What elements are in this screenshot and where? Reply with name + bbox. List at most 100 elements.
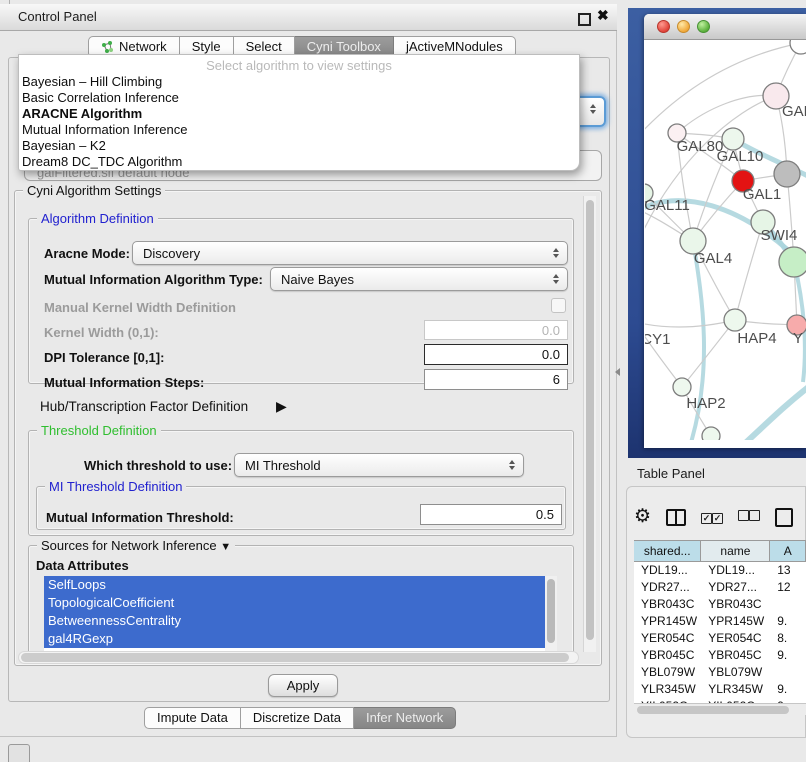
table-row[interactable]: YBR043CYBR043C [634,596,806,613]
node-table[interactable]: shared...nameA YDL19...YDL19...13YDR27..… [634,540,806,704]
table-row[interactable]: YBL079WYBL079W [634,664,806,681]
table-cell: YBL079W [634,664,701,681]
network-edge[interactable] [645,320,735,327]
table-cell: YBR043C [701,596,770,613]
dpi-tolerance-value: 0.0 [542,347,560,362]
data-attributes-label: Data Attributes [36,558,129,573]
tab-infer-network[interactable]: Infer Network [354,707,456,729]
aracne-mode-combobox[interactable]: Discovery [132,241,568,265]
algorithm-option[interactable]: Mutual Information Inference [19,122,579,138]
column-header[interactable]: shared... [634,541,701,561]
node-table-header[interactable]: shared...nameA [634,541,806,562]
apply-button[interactable]: Apply [268,674,338,697]
table-cell [770,664,806,681]
network-node-gal10[interactable] [722,128,744,150]
node-label: Y [793,330,803,347]
network-graph[interactable]: GAL7GAL80GAL10GAL1GAL11GAL4SWI4GCY1HAP4Y… [645,40,806,440]
network-node[interactable] [702,427,720,440]
column-header[interactable]: name [701,541,770,561]
algorithm-option[interactable]: Bayesian – Hill Climbing [19,74,579,90]
table-row[interactable]: YBR045CYBR045C9. [634,647,806,664]
network-view-frame: GAL7GAL80GAL10GAL1GAL11GAL4SWI4GCY1HAP4Y… [628,8,806,458]
mi-threshold-field[interactable]: 0.5 [420,504,562,525]
algorithm-option[interactable]: Bayesian – K2 [19,138,579,154]
node-table-rows[interactable]: YDL19...YDL19...13YDR27...YDR27...12YBR0… [634,562,806,704]
table-cell: YER054C [701,630,770,647]
attribute-item[interactable]: TopologicalCoefficient [44,594,545,612]
network-node-hap2[interactable] [673,378,691,396]
table-row[interactable]: YER054CYER054C8. [634,630,806,647]
table-row[interactable]: YDL19...YDL19...13 [634,562,806,579]
network-window-titlebar [644,14,806,40]
deselect-all-columns-icon[interactable] [738,508,760,526]
kernel-width-field[interactable]: 0.0 [424,320,568,340]
combo-stepper-icon [509,460,517,470]
settings-horizontal-scrollbar[interactable] [18,651,579,664]
attribute-item[interactable]: gal4RGexp [44,630,545,648]
table-row[interactable]: YLR345WYLR345W9. [634,681,806,698]
table-row[interactable]: YPR145WYPR145W9. [634,613,806,630]
network-edge[interactable] [677,95,776,133]
zoom-window-icon[interactable] [697,20,710,33]
network-node[interactable] [774,161,800,187]
table-settings-gear-icon[interactable]: ⚙ [634,507,651,527]
float-panel-icon[interactable] [578,13,591,26]
table-cell: 9. [770,647,806,664]
collapse-arrow-icon[interactable]: ▼ [220,541,231,553]
table-row[interactable]: YDR27...YDR27...12 [634,579,806,596]
kernel-width-value: 0.0 [542,323,560,338]
column-header[interactable]: A [770,541,806,561]
node-label: GAL1 [743,186,781,203]
network-edge[interactable] [682,320,735,387]
node-label: GAL10 [717,148,764,165]
mi-steps-field[interactable]: 6 [424,369,568,390]
select-all-columns-icon[interactable]: ✓✓ [701,508,723,526]
split-pane-grip-icon[interactable] [615,368,620,376]
table-cell: YPR145W [634,613,701,630]
network-edge[interactable] [740,385,806,440]
attribute-item[interactable]: BetweennessCentrality [44,612,545,630]
tab-impute-data[interactable]: Impute Data [144,707,241,729]
close-panel-icon[interactable]: ✖ [597,7,609,24]
sources-group-title: Sources for Network Inference ▼ [37,538,235,553]
manual-kernel-width-checkbox[interactable] [551,298,566,313]
mi-threshold-value: 0.5 [536,507,554,522]
network-node-hap4[interactable] [724,309,746,331]
network-canvas[interactable]: GAL7GAL80GAL10GAL1GAL11GAL4SWI4GCY1HAP4Y… [645,40,806,440]
table-panel-toolbar: ⚙ ✓✓ [634,500,806,534]
data-attributes-list[interactable]: SelfLoopsTopologicalCoefficientBetweenne… [44,576,557,653]
table-cell: YBR043C [634,596,701,613]
dpi-tolerance-field[interactable]: 0.0 [424,344,568,365]
export-table-icon[interactable] [775,508,793,527]
table-cell [770,596,806,613]
cyni-bottom-tab-bar: Impute DataDiscretize DataInfer Network [144,707,456,729]
algorithm-dropdown-list: Bayesian – Hill ClimbingBasic Correlatio… [19,74,579,170]
algorithm-dropdown-popup: Select algorithm to view settings Bayesi… [18,54,580,171]
which-threshold-combobox[interactable]: MI Threshold [234,453,524,477]
algorithm-option[interactable]: Dream8 DC_TDC Algorithm [19,154,579,170]
docked-panel-icon[interactable] [8,744,30,762]
kernel-width-label: Kernel Width (0,1): [44,325,159,340]
table-cell: YBR045C [634,647,701,664]
close-window-icon[interactable] [657,20,670,33]
mi-steps-value: 6 [553,372,560,387]
mi-algorithm-type-combobox[interactable]: Naive Bayes [270,267,568,291]
threshold-definition-title: Threshold Definition [37,423,161,438]
hub-expand-arrow-icon[interactable]: ▶ [276,398,287,415]
attribute-item[interactable]: SelfLoops [44,576,545,594]
attributes-scrollbar[interactable] [545,576,557,653]
network-edge[interactable] [735,222,763,320]
network-node[interactable] [790,40,806,54]
table-horizontal-scrollbar[interactable] [634,703,806,715]
tab-discretize-data[interactable]: Discretize Data [241,707,354,729]
minimize-window-icon[interactable] [677,20,690,33]
algorithm-option[interactable]: ARACNE Algorithm [19,106,579,122]
settings-vertical-scrollbar[interactable] [583,196,596,652]
algorithm-option[interactable]: Basic Correlation Inference [19,90,579,106]
network-node-swi4[interactable] [779,247,806,277]
node-label: GAL7 [782,103,806,120]
table-cell: YPR145W [701,613,770,630]
show-columns-icon[interactable] [666,509,686,526]
mi-threshold-label: Mutual Information Threshold: [46,510,234,525]
table-cell: YLR345W [634,681,701,698]
